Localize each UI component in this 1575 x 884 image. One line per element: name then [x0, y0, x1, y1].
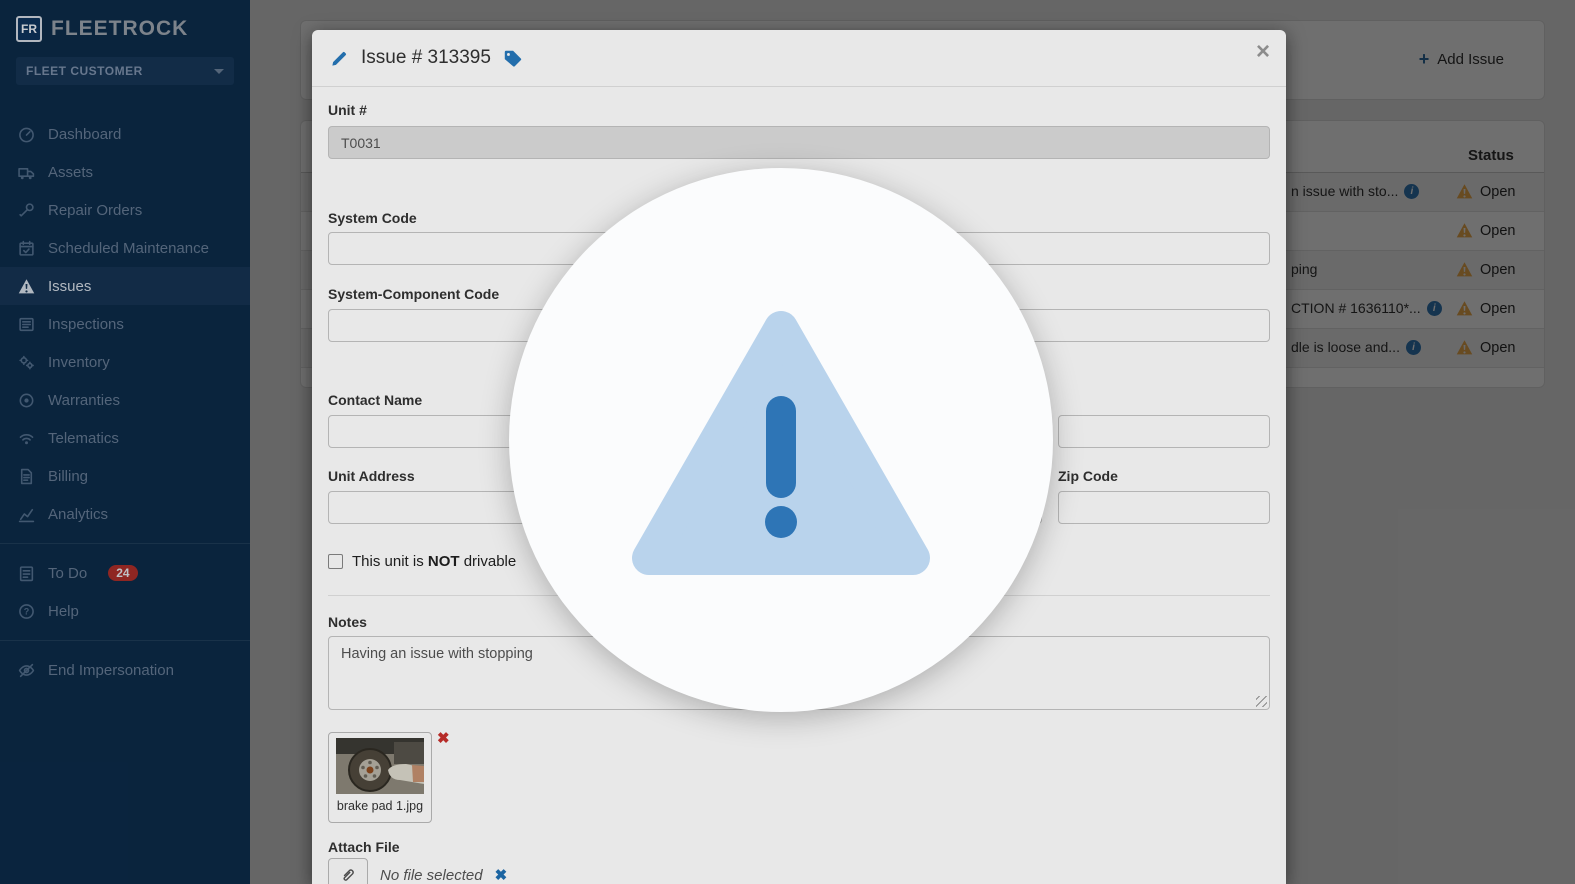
- app-root: FR FLEETROCK FLEET CUSTOMER Dashboard Ass…: [0, 0, 1575, 884]
- warning-triangle-icon: [632, 311, 930, 575]
- warning-overlay: [509, 168, 1053, 712]
